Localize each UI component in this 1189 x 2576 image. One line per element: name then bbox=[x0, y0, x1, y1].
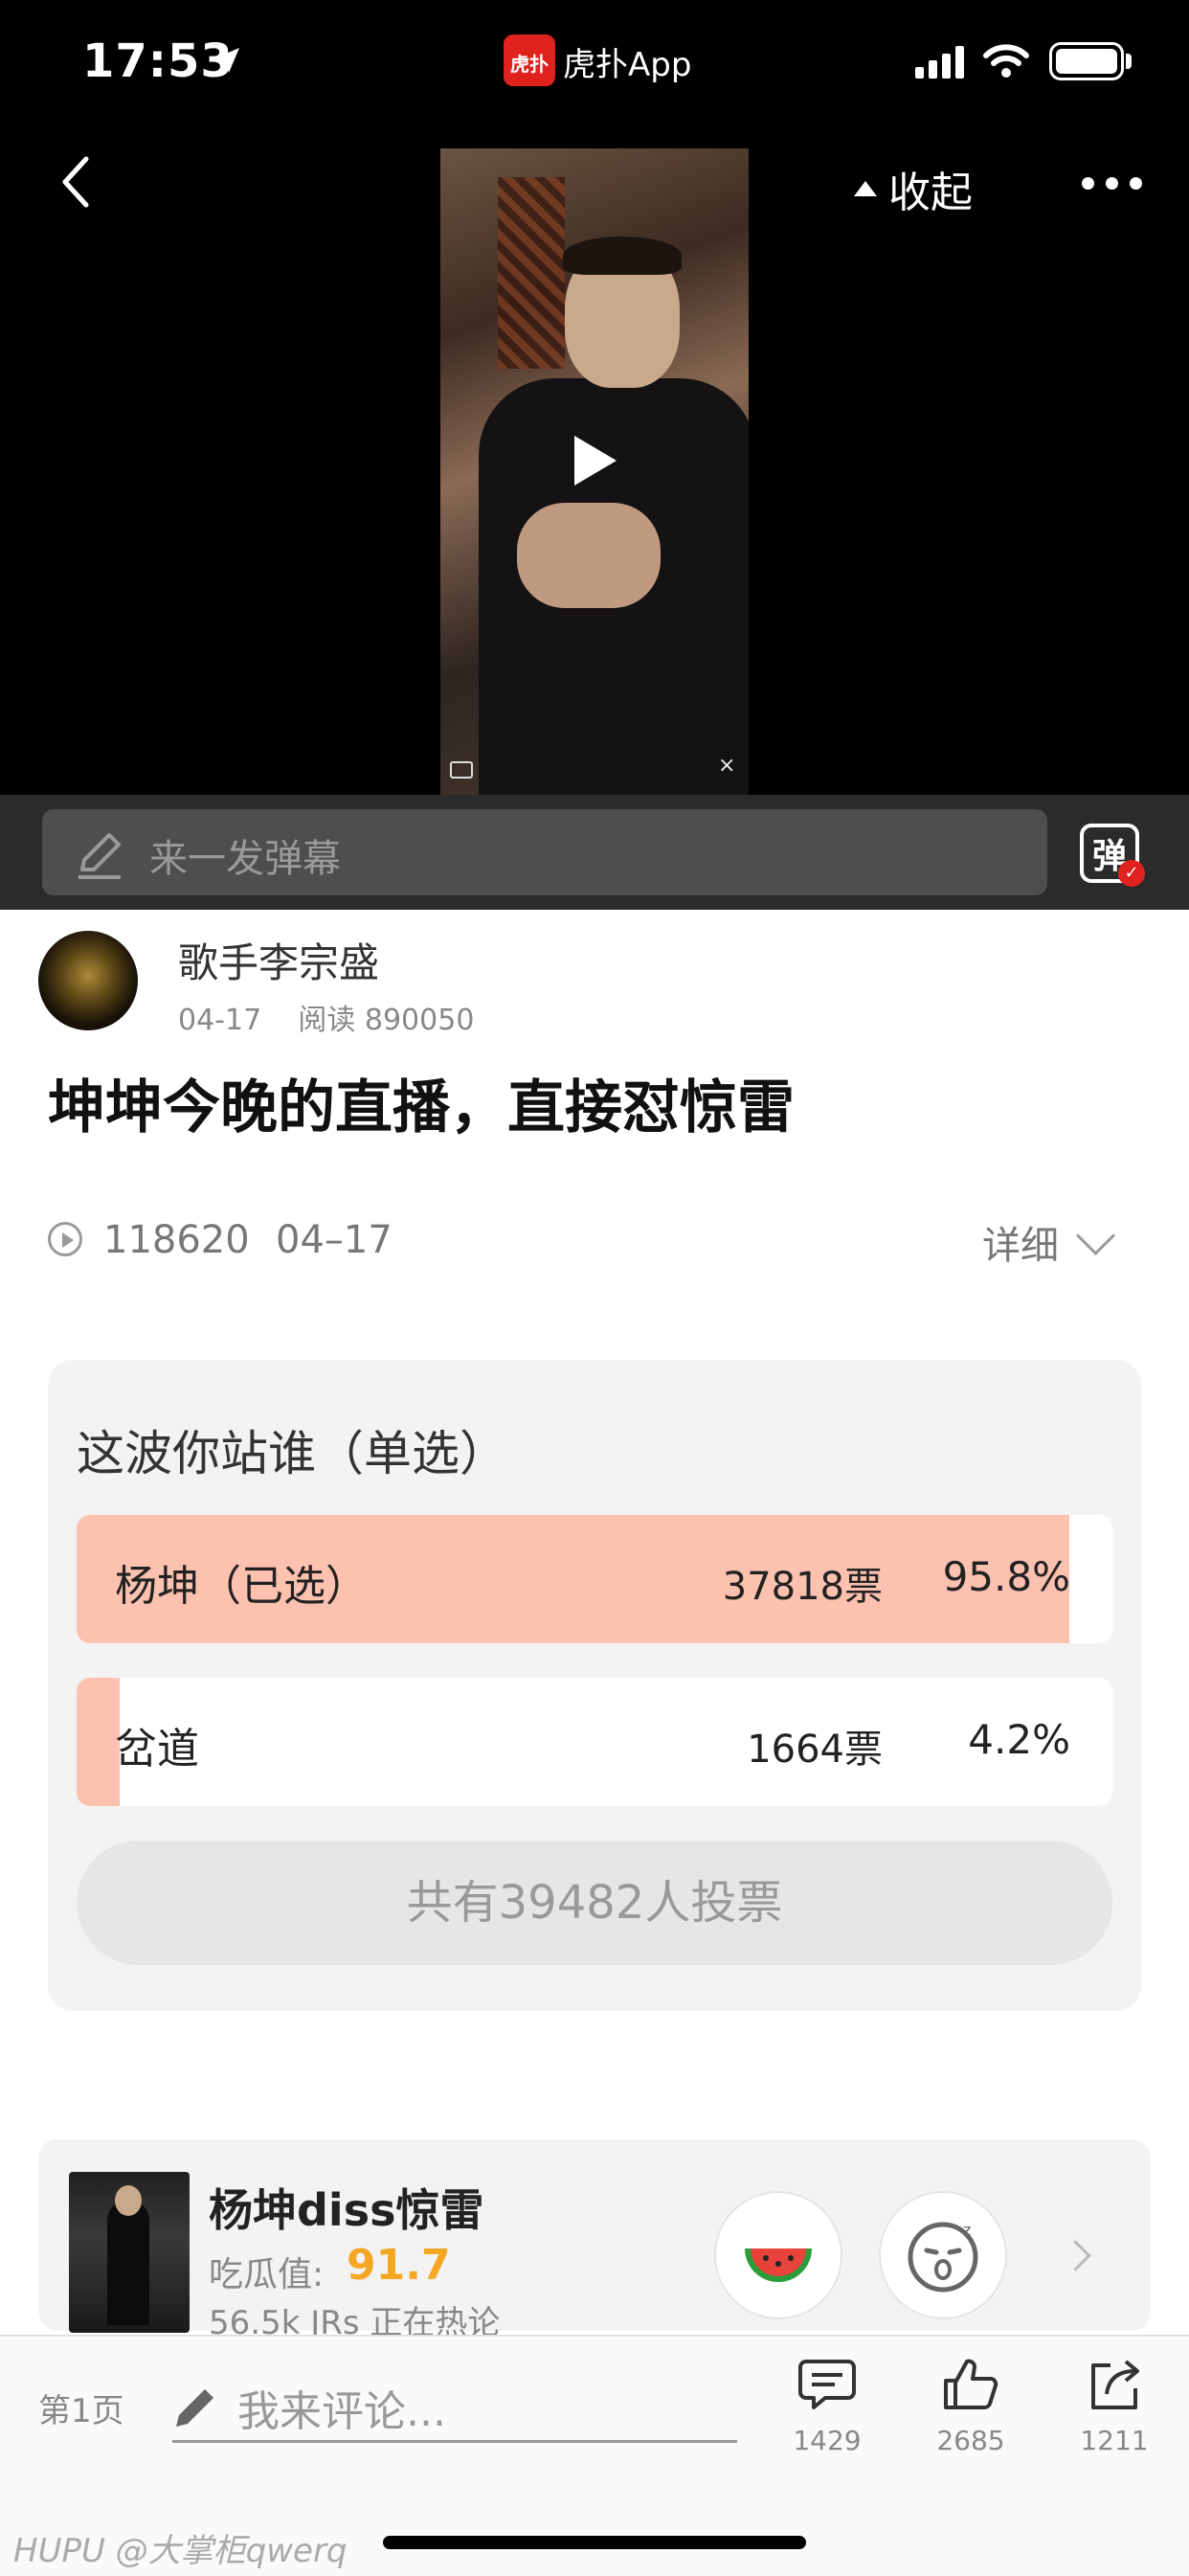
poll-option-percent: 4.2% bbox=[968, 1716, 1070, 1763]
poll-option-votes: 1664票 bbox=[747, 1728, 883, 1772]
poll-option-percent: 95.8% bbox=[942, 1553, 1070, 1600]
chevron-down-icon[interactable] bbox=[1075, 1215, 1116, 1256]
svg-text:z: z bbox=[963, 2221, 971, 2239]
pencil-icon bbox=[79, 833, 121, 879]
play-date: 04–17 bbox=[276, 1218, 393, 1262]
melon-value: 91.7 bbox=[347, 2241, 451, 2290]
comment-bubble-icon bbox=[798, 2360, 856, 2409]
watermark: HUPU @大掌柜qwerq bbox=[13, 2532, 348, 2570]
detail-button[interactable]: 详细 bbox=[982, 1214, 1059, 1270]
collapse-label: 收起 bbox=[888, 169, 973, 217]
watermelon-reaction-button[interactable] bbox=[714, 2191, 842, 2319]
thumbs-up-icon bbox=[944, 2359, 998, 2409]
sleepy-face-reaction-button[interactable]: z bbox=[879, 2191, 1007, 2319]
poll-total-button[interactable]: 共有39482人投票 bbox=[77, 1841, 1112, 1965]
video-player[interactable]: × bbox=[440, 148, 749, 795]
melon-label: 吃瓜值: bbox=[209, 2255, 325, 2294]
poll-option-label: 岔道 bbox=[115, 1725, 199, 1774]
check-icon: ✓ bbox=[1118, 860, 1145, 887]
comment-pencil-icon bbox=[176, 2389, 213, 2427]
home-indicator[interactable] bbox=[383, 2536, 806, 2549]
sleepy-face-icon: z bbox=[908, 2221, 978, 2293]
page-label[interactable]: 第1页 bbox=[38, 2384, 124, 2431]
app-name: 虎扑App bbox=[563, 46, 692, 84]
video-person-hand bbox=[517, 503, 661, 608]
post-title: 坤坤今晚的直播，直接怼惊雷 bbox=[48, 1074, 795, 1141]
topic-title: 杨坤diss惊雷 bbox=[209, 2184, 484, 2236]
status-time: 17:53 bbox=[82, 34, 234, 88]
share-icon bbox=[1091, 2360, 1139, 2409]
poll-option-fill bbox=[77, 1678, 121, 1806]
watermelon-icon bbox=[745, 2248, 812, 2282]
post-meta: 04-17 阅读 890050 bbox=[178, 996, 474, 1038]
collapse-button[interactable]: 收起 bbox=[852, 158, 973, 219]
author-name[interactable]: 歌手李宗盛 bbox=[178, 931, 379, 989]
video-danmaku-icon[interactable] bbox=[450, 761, 473, 779]
play-count: 118620 bbox=[103, 1218, 250, 1262]
back-arrow-icon[interactable] bbox=[54, 153, 101, 211]
like-button[interactable]: 2685 bbox=[923, 2356, 1019, 2456]
cellular-signal-icon bbox=[915, 46, 964, 79]
post-reads: 阅读 890050 bbox=[298, 1004, 475, 1037]
play-count-icon bbox=[48, 1222, 82, 1256]
share-button[interactable]: 1211 bbox=[1066, 2356, 1162, 2456]
comment-input[interactable]: 我来评论... bbox=[237, 2377, 446, 2438]
play-icon[interactable] bbox=[574, 436, 617, 486]
shares-count: 1211 bbox=[1080, 2425, 1149, 2456]
comments-button[interactable]: 1429 bbox=[779, 2356, 875, 2456]
post-date: 04-17 bbox=[178, 1004, 262, 1037]
triangle-up-icon bbox=[854, 181, 877, 196]
comment-underline bbox=[172, 2440, 737, 2443]
danmaku-placeholder: 来一发弹幕 bbox=[149, 837, 341, 881]
poll-title: 这波你站谁（单选） bbox=[77, 1426, 507, 1481]
video-close-icon[interactable]: × bbox=[718, 754, 735, 778]
more-options-icon[interactable] bbox=[1082, 177, 1142, 190]
comments-count: 1429 bbox=[793, 2425, 862, 2456]
author-avatar[interactable] bbox=[38, 931, 138, 1030]
likes-count: 2685 bbox=[936, 2425, 1005, 2456]
poll-option-label: 杨坤（已选） bbox=[115, 1562, 368, 1611]
poll-option[interactable]: 杨坤（已选） 37818票 95.8% bbox=[77, 1515, 1112, 1643]
location-arrow-icon bbox=[214, 48, 239, 73]
poll-option[interactable]: 岔道 1664票 4.2% bbox=[77, 1678, 1112, 1806]
video-background-art bbox=[498, 177, 565, 369]
battery-icon bbox=[1049, 42, 1124, 80]
video-person-hair bbox=[563, 237, 682, 275]
poll-option-votes: 37818票 bbox=[722, 1565, 883, 1609]
app-logo-icon: 虎扑 bbox=[504, 34, 555, 86]
topic-thumbnail bbox=[69, 2172, 190, 2333]
wifi-icon bbox=[983, 44, 1029, 78]
battery-cap bbox=[1126, 54, 1132, 69]
